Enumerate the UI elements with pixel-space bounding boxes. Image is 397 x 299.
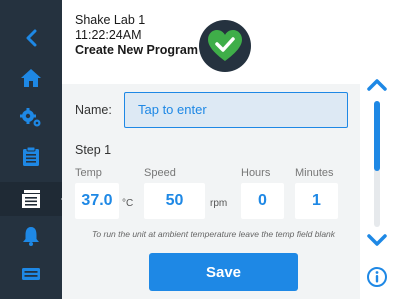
sidebar-item-device[interactable] bbox=[0, 257, 62, 291]
brand-logo bbox=[199, 20, 251, 72]
info-icon bbox=[375, 271, 379, 274]
hours-input[interactable]: 0 bbox=[241, 183, 284, 219]
speed-label: Speed bbox=[144, 167, 176, 179]
sidebar-item-programs[interactable] bbox=[0, 182, 69, 216]
scroll-down-button[interactable] bbox=[366, 233, 388, 249]
minutes-label: Minutes bbox=[295, 167, 334, 179]
step-title: Step 1 bbox=[75, 143, 112, 157]
scroll-up-button[interactable] bbox=[366, 76, 388, 92]
hours-label: Hours bbox=[241, 167, 271, 179]
save-button[interactable]: Save bbox=[149, 253, 298, 291]
sidebar-item-protocols[interactable] bbox=[0, 139, 62, 173]
temperature-hint: To run the unit at ambient temperature l… bbox=[92, 229, 336, 239]
chevron-left-icon bbox=[26, 29, 37, 47]
back-button[interactable] bbox=[0, 21, 62, 55]
sidebar bbox=[0, 0, 69, 299]
info-button[interactable] bbox=[366, 266, 388, 288]
device-icon bbox=[22, 268, 40, 280]
temp-input[interactable]: 37.0 bbox=[75, 183, 119, 219]
speed-input[interactable]: 50 bbox=[144, 183, 205, 219]
main-panel: Shake Lab 1 11:22:24AM Create New Progra… bbox=[62, 0, 360, 299]
name-label: Name: bbox=[75, 103, 112, 117]
sidebar-item-settings[interactable] bbox=[0, 101, 62, 135]
bell-icon bbox=[23, 227, 39, 246]
temp-label: Temp bbox=[75, 167, 102, 179]
temp-unit: °C bbox=[122, 198, 134, 209]
clipboard-icon bbox=[23, 146, 39, 166]
page-title: Create New Program bbox=[75, 43, 198, 57]
speed-unit: rpm bbox=[210, 198, 228, 209]
gears-icon bbox=[20, 108, 41, 127]
scrollbar-thumb[interactable] bbox=[374, 101, 380, 171]
sidebar-item-alarms[interactable] bbox=[0, 219, 62, 253]
sidebar-item-home[interactable] bbox=[0, 61, 62, 95]
minutes-input[interactable]: 1 bbox=[295, 183, 338, 219]
home-icon bbox=[21, 69, 41, 87]
clock: 11:22:24AM bbox=[75, 28, 142, 42]
heart-check-icon bbox=[208, 30, 242, 61]
program-name-input[interactable]: Tap to enter bbox=[124, 92, 348, 128]
program-list-icon bbox=[22, 190, 40, 208]
header: Shake Lab 1 11:22:24AM Create New Progra… bbox=[62, 0, 360, 84]
device-name: Shake Lab 1 bbox=[75, 13, 146, 27]
